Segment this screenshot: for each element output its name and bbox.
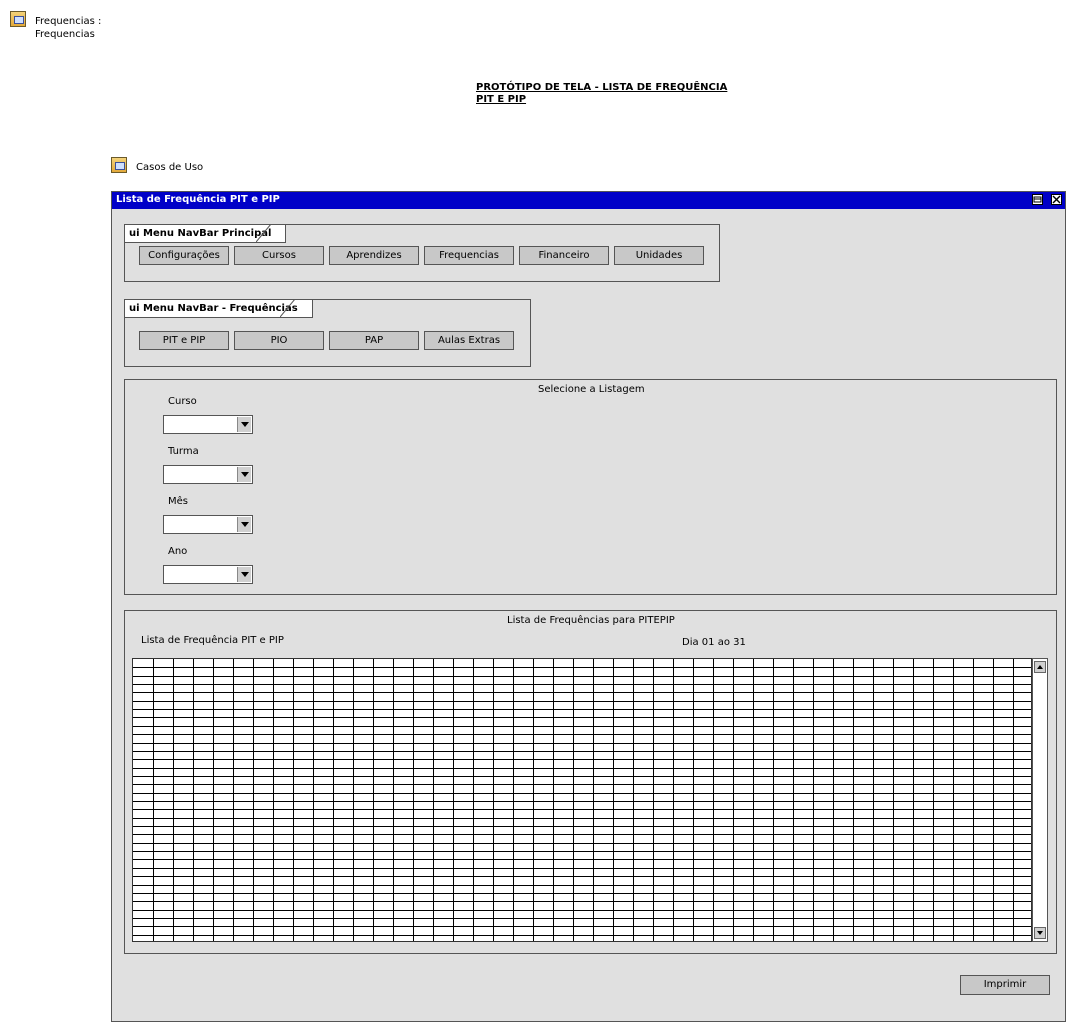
filters-title: Selecione a Listagem bbox=[538, 384, 645, 395]
nav-financeiro-button[interactable]: Financeiro bbox=[519, 246, 609, 265]
diagram-icon bbox=[10, 11, 26, 27]
filters-group bbox=[124, 379, 1057, 595]
nav-unidades-button[interactable]: Unidades bbox=[614, 246, 704, 265]
curso-label: Curso bbox=[168, 396, 197, 407]
mes-select[interactable] bbox=[163, 515, 253, 534]
tab-aulas-extras-button[interactable]: Aulas Extras bbox=[424, 331, 514, 350]
close-icon[interactable] bbox=[1051, 194, 1062, 205]
ano-label: Ano bbox=[168, 546, 188, 557]
scroll-down-icon[interactable] bbox=[1034, 927, 1046, 939]
frequency-grid-lines bbox=[133, 659, 1031, 941]
frequency-grid[interactable] bbox=[132, 658, 1032, 942]
list-title: Lista de Frequências para PITEPIP bbox=[507, 615, 675, 626]
day-range-label: Dia 01 ao 31 bbox=[682, 637, 746, 648]
chevron-down-icon[interactable] bbox=[237, 467, 251, 482]
restore-icon[interactable] bbox=[1032, 194, 1043, 205]
mes-label: Mês bbox=[168, 496, 188, 507]
nav-cursos-button[interactable]: Cursos bbox=[234, 246, 324, 265]
print-button[interactable]: Imprimir bbox=[960, 975, 1050, 995]
ano-select[interactable] bbox=[163, 565, 253, 584]
window-titlebar: Lista de Frequência PIT e PIP bbox=[112, 192, 1065, 209]
chevron-down-icon[interactable] bbox=[237, 567, 251, 582]
turma-label: Turma bbox=[168, 446, 199, 457]
turma-select[interactable] bbox=[163, 465, 253, 484]
usecase-diagram-icon[interactable] bbox=[111, 157, 127, 173]
scroll-up-icon[interactable] bbox=[1034, 661, 1046, 673]
curso-select[interactable] bbox=[163, 415, 253, 434]
list-subtitle: Lista de Frequência PIT e PIP bbox=[141, 635, 284, 646]
tab-pap-button[interactable]: PAP bbox=[329, 331, 419, 350]
nav-aprendizes-button[interactable]: Aprendizes bbox=[329, 246, 419, 265]
tab-pio-button[interactable]: PIO bbox=[234, 331, 324, 350]
grid-scrollbar[interactable] bbox=[1032, 658, 1048, 942]
tab-pit-pip-button[interactable]: PIT e PIP bbox=[139, 331, 229, 350]
usecase-link[interactable]: Casos de Uso bbox=[136, 162, 203, 173]
chevron-down-icon[interactable] bbox=[237, 417, 251, 432]
window-title: Lista de Frequência PIT e PIP bbox=[116, 194, 280, 205]
nav-configuracoes-button[interactable]: Configurações bbox=[139, 246, 229, 265]
nav-frequencias-button[interactable]: Frequencias bbox=[424, 246, 514, 265]
prototype-heading-line1: PROTÓTIPO DE TELA - LISTA DE FREQUÊNCIA bbox=[476, 82, 728, 93]
chevron-down-icon[interactable] bbox=[237, 517, 251, 532]
frame-title: Frequencias : Frequencias bbox=[35, 16, 102, 40]
prototype-heading-line2: PIT E PIP bbox=[476, 94, 527, 105]
